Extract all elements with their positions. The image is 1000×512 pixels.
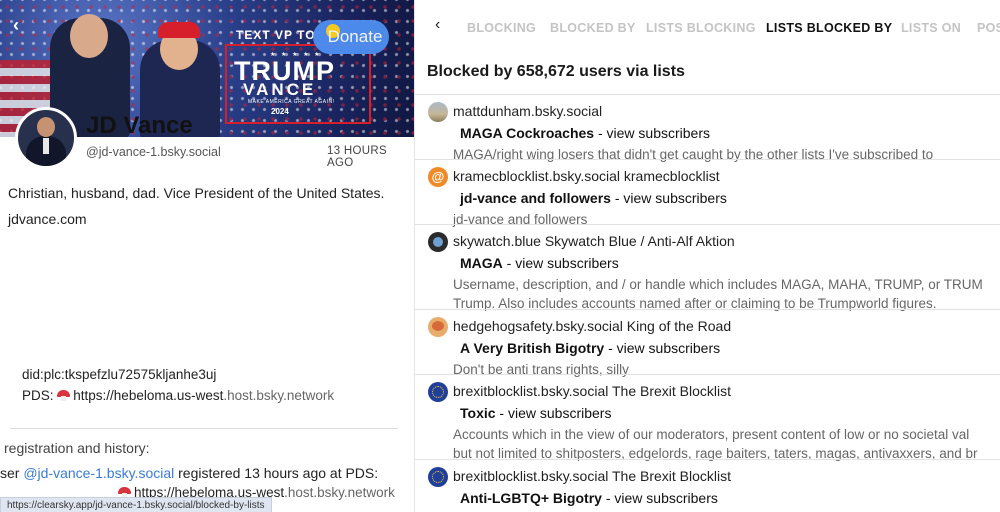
donate-button[interactable]: Donate [313,20,389,54]
blocked-by-heading: Blocked by 658,672 users via lists [427,63,685,80]
view-subscribers-link[interactable]: view subscribers [623,190,726,206]
pds-url-host[interactable]: .host.bsky.network [223,388,334,403]
profile-website-link[interactable]: jdvance.com [8,211,87,227]
view-subscribers-link[interactable]: view subscribers [614,490,717,506]
tab-lists-blocked-by[interactable]: LISTS BLOCKED BY [766,21,892,35]
list-owner[interactable]: hedgehogsafety.bsky.social King of the R… [453,318,731,334]
list-description: Accounts which in the view of our modera… [453,425,978,463]
lists-panel: ‹ BLOCKING BLOCKED BY LISTS BLOCKING LISTS … [415,0,1000,512]
list-title: MAGA Cockroaches - view subscribers [460,125,710,141]
back-arrow-icon[interactable]: ‹ [13,15,19,36]
list-name[interactable]: jd-vance and followers [460,190,611,206]
tab-blocking[interactable]: BLOCKING [467,21,536,35]
registration-title: registration and history: [4,440,150,456]
divider [10,428,398,429]
view-subscribers-link[interactable]: view subscribers [515,255,618,271]
pds-url-main[interactable]: https://hebeloma.us-west [73,388,223,403]
separator-dash: - [594,125,607,141]
tab-pos[interactable]: POS [977,21,1000,35]
list-name[interactable]: MAGA Cockroaches [460,125,594,141]
tab-blocked-by[interactable]: BLOCKED BY [550,21,636,35]
description-line: Accounts which in the view of our modera… [453,427,970,442]
registration-line: ser @jd-vance-1.bsky.social registered 1… [0,465,378,481]
list-item: brexitblocklist.bsky.social The Brexit B… [415,459,1000,512]
list-title: A Very British Bigotry - view subscriber… [460,340,720,356]
tab-lists-on[interactable]: LISTS ON [901,21,961,35]
separator-dash: - [604,340,617,356]
did-value: did:plc:tkspefzlu72575kljanhe3uj [22,367,217,382]
at-sign-icon[interactable]: @ [428,167,448,187]
registration-pds-host[interactable]: .host.bsky.network [284,485,395,500]
banner-year: 2024 [271,107,289,116]
list-owner[interactable]: skywatch.blue Skywatch Blue / Anti-Alf A… [453,233,735,249]
banner-slogan: MAKE AMERICA GREAT AGAIN! [248,99,335,105]
banner-vance-text: VANCE [243,80,317,99]
status-bar-url: https://clearsky.app/jd-vance-1.bsky.soc… [0,497,272,512]
profile-time-ago: 13 HOURS AGO [327,145,387,169]
pds-label: PDS: [22,388,54,403]
list-name[interactable]: Toxic [460,405,496,421]
list-title: Toxic - view subscribers [460,405,611,421]
list-owner[interactable]: brexitblocklist.bsky.social The Brexit B… [453,468,731,484]
profile-handle: @jd-vance-1.bsky.social [86,145,221,159]
list-title: jd-vance and followers - view subscriber… [460,190,727,206]
eu-flag-icon[interactable] [428,467,448,487]
hedgehog-icon[interactable] [428,317,448,337]
tab-lists-blocking[interactable]: LISTS BLOCKING [646,21,756,35]
registration-handle-link[interactable]: @jd-vance-1.bsky.social [23,465,174,481]
list-owner[interactable]: mattdunham.bsky.social [453,103,602,119]
description-line: Username, description, and / or handle w… [453,277,983,292]
avatar[interactable] [15,107,77,169]
banner-headline: TEXT VP TO [236,28,316,42]
list-name[interactable]: A Very British Bigotry [460,340,604,356]
list-description: Username, description, and / or handle w… [453,275,983,313]
pds-line: PDS: https://hebeloma.us-west.host.bsky.… [22,388,334,403]
back-arrow-icon[interactable]: ‹ [435,16,440,34]
view-subscribers-link[interactable]: view subscribers [607,125,710,141]
list-item: hedgehogsafety.bsky.social King of the R… [415,309,1000,377]
registration-text: registered 13 hours ago at PDS: [178,465,379,481]
view-subscribers-link[interactable]: view subscribers [508,405,611,421]
list-title: MAGA - view subscribers [460,255,619,271]
profile-photo-icon[interactable] [428,102,448,122]
mushroom-icon [57,390,71,401]
separator-dash: - [601,490,615,506]
list-name[interactable]: MAGA [460,255,503,271]
separator-dash: - [610,190,624,206]
separator-dash: - [495,405,508,421]
profile-name: JD Vance [86,112,193,139]
view-subscribers-link[interactable]: view subscribers [617,340,720,356]
list-item: @ kramecblocklist.bsky.social kramecblock… [415,159,1000,227]
skywatch-icon[interactable] [428,232,448,252]
donate-label: Donate [327,27,383,46]
registration-prefix: ser [0,465,20,481]
list-title: Anti-LGBTQ+ Bigotry - view subscribers [460,490,718,506]
list-name[interactable]: Anti-LGBTQ+ Bigotry [460,490,602,506]
banner-figure-vance-head [70,14,108,58]
profile-panel: TEXT VP TO ★ ★ ★ ★ ★ TRUMP VANCE MAKE AM… [0,0,415,512]
profile-bio: Christian, husband, dad. Vice President … [8,185,385,201]
list-owner[interactable]: kramecblocklist.bsky.social kramecblockl… [453,168,720,184]
eu-flag-icon[interactable] [428,382,448,402]
list-item: mattdunham.bsky.social MAGA Cockroaches -… [415,94,1000,162]
list-item: skywatch.blue Skywatch Blue / Anti-Alf A… [415,224,1000,311]
list-item: brexitblocklist.bsky.social The Brexit B… [415,374,1000,461]
avatar-head [37,117,55,137]
separator-dash: - [502,255,516,271]
banner-red-cap [158,22,200,38]
avatar-tie [43,138,49,154]
list-owner[interactable]: brexitblocklist.bsky.social The Brexit B… [453,383,731,399]
